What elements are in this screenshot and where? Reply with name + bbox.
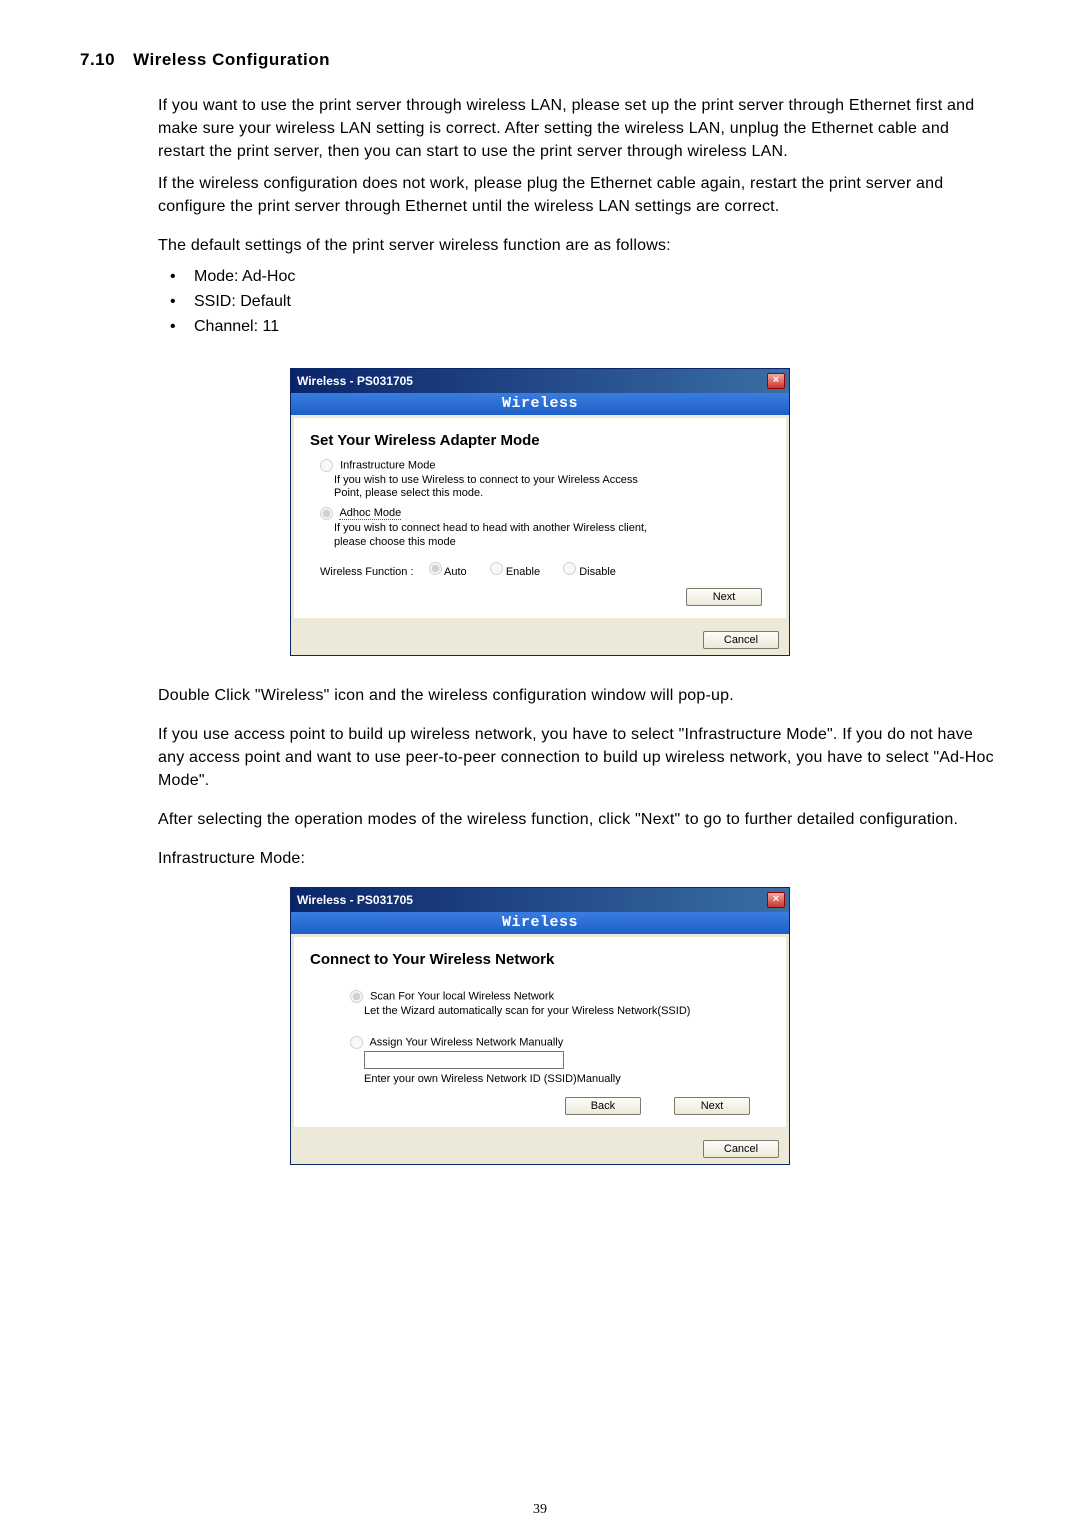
list-item: SSID: Default bbox=[158, 290, 1000, 315]
section-title-text: Wireless Configuration bbox=[133, 50, 330, 69]
scan-label: Scan For Your local Wireless Network bbox=[370, 990, 554, 1002]
wf-auto-label: Auto bbox=[444, 566, 467, 578]
close-icon[interactable]: × bbox=[767, 892, 785, 908]
manual-radio[interactable] bbox=[350, 1036, 363, 1049]
infrastructure-label: Infrastructure Mode bbox=[340, 459, 435, 471]
cancel-button[interactable]: Cancel bbox=[703, 1140, 779, 1158]
window-band: Wireless bbox=[291, 393, 789, 415]
scan-radio[interactable] bbox=[350, 990, 363, 1003]
scan-desc: Let the Wizard automatically scan for yo… bbox=[364, 1005, 764, 1019]
paragraph-4: Double Click "Wireless" icon and the wir… bbox=[158, 684, 1000, 707]
adhoc-radio[interactable] bbox=[320, 507, 333, 520]
wf-disable-radio[interactable] bbox=[563, 562, 576, 575]
window-panel: Connect to Your Wireless Network Scan Fo… bbox=[294, 937, 786, 1128]
infrastructure-mode-option[interactable]: Infrastructure Mode bbox=[320, 459, 770, 472]
adhoc-desc: If you wish to connect head to head with… bbox=[334, 522, 654, 550]
section-number: 7.10 bbox=[80, 50, 115, 70]
panel-heading: Set Your Wireless Adapter Mode bbox=[310, 432, 770, 449]
ssid-input[interactable] bbox=[364, 1051, 564, 1069]
window-title: Wireless - PS031705 bbox=[297, 893, 413, 907]
manual-desc: Enter your own Wireless Network ID (SSID… bbox=[364, 1073, 764, 1087]
wf-auto-option[interactable]: Auto bbox=[429, 566, 467, 578]
default-settings-list: Mode: Ad-Hoc SSID: Default Channel: 11 bbox=[158, 265, 1000, 339]
cancel-row: Cancel bbox=[291, 621, 789, 655]
section-heading: 7.10 Wireless Configuration bbox=[80, 50, 1000, 70]
manual-label: Assign Your Wireless Network Manually bbox=[369, 1037, 563, 1049]
wireless-function-row: Wireless Function : Auto Enable Disable bbox=[320, 562, 770, 578]
infrastructure-desc: If you wish to use Wireless to connect t… bbox=[334, 474, 654, 502]
cancel-button[interactable]: Cancel bbox=[703, 631, 779, 649]
window-title: Wireless - PS031705 bbox=[297, 374, 413, 388]
manual-option[interactable]: Assign Your Wireless Network Manually bbox=[350, 1036, 770, 1049]
list-item: Channel: 11 bbox=[158, 315, 1000, 340]
next-button[interactable]: Next bbox=[686, 588, 762, 606]
wireless-connect-window: Wireless - PS031705 × Wireless Connect t… bbox=[290, 887, 790, 1166]
button-row: Back Next bbox=[310, 1097, 770, 1115]
wireless-function-label: Wireless Function : bbox=[320, 566, 414, 578]
infrastructure-radio[interactable] bbox=[320, 459, 333, 472]
close-icon[interactable]: × bbox=[767, 373, 785, 389]
titlebar: Wireless - PS031705 × bbox=[291, 369, 789, 393]
wireless-mode-window: Wireless - PS031705 × Wireless Set Your … bbox=[290, 368, 790, 656]
paragraph-7: Infrastructure Mode: bbox=[158, 847, 1000, 870]
wf-enable-label: Enable bbox=[506, 566, 540, 578]
adhoc-label: Adhoc Mode bbox=[339, 507, 401, 520]
window-band: Wireless bbox=[291, 912, 789, 934]
list-item: Mode: Ad-Hoc bbox=[158, 265, 1000, 290]
titlebar: Wireless - PS031705 × bbox=[291, 888, 789, 912]
next-button[interactable]: Next bbox=[674, 1097, 750, 1115]
window-panel: Set Your Wireless Adapter Mode Infrastru… bbox=[294, 418, 786, 618]
paragraph-1: If you want to use the print server thro… bbox=[158, 94, 1000, 164]
paragraph-6: After selecting the operation modes of t… bbox=[158, 808, 1000, 831]
wf-auto-radio[interactable] bbox=[429, 562, 442, 575]
scan-option[interactable]: Scan For Your local Wireless Network bbox=[350, 990, 770, 1003]
wf-disable-label: Disable bbox=[579, 566, 616, 578]
wf-enable-option[interactable]: Enable bbox=[490, 566, 540, 578]
wf-disable-option[interactable]: Disable bbox=[563, 566, 616, 578]
page-number: 39 bbox=[0, 1502, 1080, 1518]
adhoc-mode-option[interactable]: Adhoc Mode bbox=[320, 507, 770, 520]
paragraph-3: The default settings of the print server… bbox=[158, 234, 1000, 257]
cancel-row: Cancel bbox=[291, 1130, 789, 1164]
back-button[interactable]: Back bbox=[565, 1097, 641, 1115]
button-row: Next bbox=[310, 588, 770, 606]
paragraph-5: If you use access point to build up wire… bbox=[158, 723, 1000, 793]
panel-heading: Connect to Your Wireless Network bbox=[310, 951, 770, 968]
wf-enable-radio[interactable] bbox=[490, 562, 503, 575]
paragraph-2: If the wireless configuration does not w… bbox=[158, 172, 1000, 218]
